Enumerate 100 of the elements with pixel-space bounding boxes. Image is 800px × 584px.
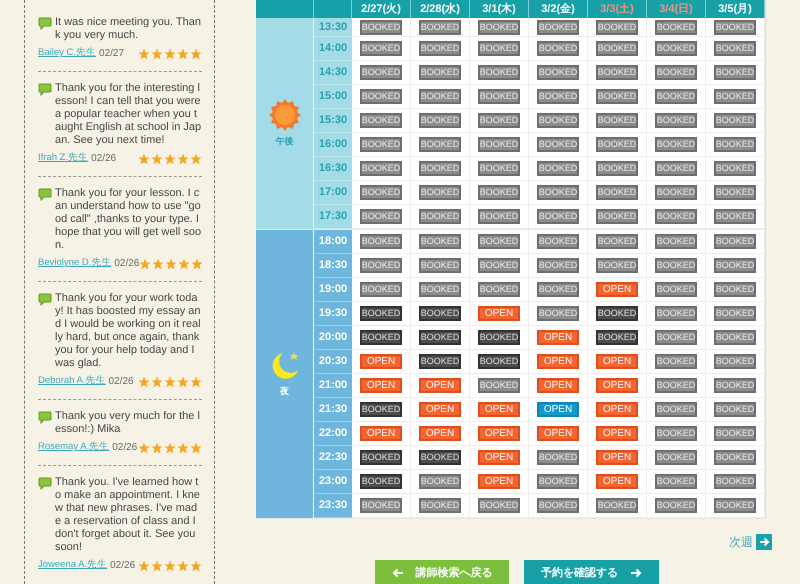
slot-button[interactable]: BOOKED bbox=[478, 137, 520, 152]
confirm-button[interactable]: 予約を確認する bbox=[524, 560, 659, 584]
slot-button[interactable]: OPEN bbox=[537, 354, 579, 369]
slot-button[interactable]: BOOKED bbox=[478, 330, 520, 345]
slot-button[interactable]: BOOKED bbox=[655, 41, 697, 56]
slot-button[interactable]: BOOKED bbox=[714, 306, 756, 321]
slot-button[interactable]: OPEN bbox=[360, 378, 402, 393]
slot-button[interactable]: BOOKED bbox=[360, 234, 402, 249]
slot-button[interactable]: BOOKED bbox=[360, 20, 402, 34]
slot-button[interactable]: BOOKED bbox=[537, 89, 579, 104]
slot-button[interactable]: BOOKED bbox=[360, 185, 402, 200]
slot-button[interactable]: BOOKED bbox=[537, 185, 579, 200]
slot-button[interactable]: OPEN bbox=[596, 474, 638, 489]
arrow-right-icon[interactable] bbox=[756, 534, 772, 550]
slot-button[interactable]: BOOKED bbox=[478, 354, 520, 369]
slot-button[interactable]: OPEN bbox=[478, 306, 520, 321]
slot-button[interactable]: OPEN bbox=[537, 378, 579, 393]
slot-button[interactable]: BOOKED bbox=[596, 330, 638, 345]
slot-button[interactable]: OPEN bbox=[537, 330, 579, 345]
slot-button[interactable]: BOOKED bbox=[360, 306, 402, 321]
slot-button[interactable]: BOOKED bbox=[714, 41, 756, 56]
slot-button[interactable]: OPEN bbox=[596, 426, 638, 441]
slot-button[interactable]: BOOKED bbox=[714, 161, 756, 176]
slot-button[interactable]: OPEN bbox=[419, 378, 461, 393]
slot-button[interactable]: BOOKED bbox=[478, 209, 520, 224]
slot-button[interactable]: BOOKED bbox=[537, 282, 579, 297]
slot-button[interactable]: OPEN bbox=[537, 426, 579, 441]
slot-button[interactable]: BOOKED bbox=[360, 89, 402, 104]
slot-button[interactable]: BOOKED bbox=[478, 234, 520, 249]
slot-button[interactable]: BOOKED bbox=[596, 20, 638, 34]
slot-button[interactable]: BOOKED bbox=[537, 41, 579, 56]
slot-button[interactable]: BOOKED bbox=[714, 89, 756, 104]
slot-button[interactable]: BOOKED bbox=[419, 65, 461, 80]
slot-button[interactable]: BOOKED bbox=[419, 113, 461, 128]
slot-button[interactable]: BOOKED bbox=[360, 474, 402, 489]
slot-button[interactable]: BOOKED bbox=[478, 282, 520, 297]
slot-button[interactable]: BOOKED bbox=[655, 209, 697, 224]
slot-button[interactable]: BOOKED bbox=[596, 137, 638, 152]
slot-button[interactable]: BOOKED bbox=[596, 113, 638, 128]
slot-button[interactable]: BOOKED bbox=[596, 41, 638, 56]
slot-button[interactable]: BOOKED bbox=[714, 209, 756, 224]
slot-button[interactable]: BOOKED bbox=[714, 378, 756, 393]
slot-button[interactable]: BOOKED bbox=[596, 185, 638, 200]
slot-button[interactable]: BOOKED bbox=[419, 306, 461, 321]
slot-button[interactable]: BOOKED bbox=[360, 498, 402, 513]
slot-button[interactable]: BOOKED bbox=[478, 113, 520, 128]
slot-button[interactable]: BOOKED bbox=[360, 282, 402, 297]
slot-button[interactable]: BOOKED bbox=[655, 234, 697, 249]
slot-button[interactable]: BOOKED bbox=[419, 137, 461, 152]
slot-button[interactable]: BOOKED bbox=[655, 306, 697, 321]
slot-button[interactable]: BOOKED bbox=[714, 234, 756, 249]
slot-button[interactable]: BOOKED bbox=[478, 20, 520, 34]
slot-button[interactable]: BOOKED bbox=[596, 209, 638, 224]
slot-button[interactable]: BOOKED bbox=[537, 474, 579, 489]
slot-button[interactable]: BOOKED bbox=[655, 450, 697, 465]
slot-button[interactable]: BOOKED bbox=[537, 234, 579, 249]
slot-button[interactable]: BOOKED bbox=[655, 330, 697, 345]
slot-button[interactable]: BOOKED bbox=[360, 402, 402, 417]
slot-button[interactable]: BOOKED bbox=[537, 161, 579, 176]
slot-button[interactable]: BOOKED bbox=[360, 137, 402, 152]
slot-button[interactable]: BOOKED bbox=[714, 137, 756, 152]
slot-button[interactable]: BOOKED bbox=[537, 20, 579, 34]
teacher-link[interactable]: Ifrah Z.先生 bbox=[38, 151, 88, 166]
slot-button[interactable]: BOOKED bbox=[537, 209, 579, 224]
slot-button[interactable]: BOOKED bbox=[714, 474, 756, 489]
slot-button[interactable]: BOOKED bbox=[596, 498, 638, 513]
slot-button[interactable]: BOOKED bbox=[478, 65, 520, 80]
slot-button[interactable]: BOOKED bbox=[478, 498, 520, 513]
slot-button[interactable]: BOOKED bbox=[655, 20, 697, 34]
slot-button[interactable]: BOOKED bbox=[360, 450, 402, 465]
slot-button[interactable]: BOOKED bbox=[419, 89, 461, 104]
slot-button[interactable]: BOOKED bbox=[655, 89, 697, 104]
slot-button[interactable]: BOOKED bbox=[655, 185, 697, 200]
slot-button[interactable]: BOOKED bbox=[478, 41, 520, 56]
slot-button[interactable]: BOOKED bbox=[419, 258, 461, 273]
slot-button[interactable]: BOOKED bbox=[655, 402, 697, 417]
slot-button[interactable]: BOOKED bbox=[360, 65, 402, 80]
slot-button[interactable]: BOOKED bbox=[478, 258, 520, 273]
slot-button[interactable]: BOOKED bbox=[655, 65, 697, 80]
slot-button[interactable]: BOOKED bbox=[419, 185, 461, 200]
slot-button[interactable]: OPEN bbox=[478, 402, 520, 417]
slot-button[interactable]: BOOKED bbox=[714, 282, 756, 297]
slot-button[interactable]: OPEN bbox=[596, 354, 638, 369]
slot-button[interactable]: OPEN bbox=[419, 426, 461, 441]
slot-button[interactable]: BOOKED bbox=[714, 402, 756, 417]
slot-button[interactable]: BOOKED bbox=[419, 209, 461, 224]
slot-button[interactable]: OPEN bbox=[596, 402, 638, 417]
slot-button[interactable]: BOOKED bbox=[360, 209, 402, 224]
slot-button[interactable]: BOOKED bbox=[714, 65, 756, 80]
slot-button[interactable]: BOOKED bbox=[419, 41, 461, 56]
slot-button[interactable]: BOOKED bbox=[655, 161, 697, 176]
slot-button[interactable]: BOOKED bbox=[714, 258, 756, 273]
slot-button[interactable]: BOOKED bbox=[655, 378, 697, 393]
slot-button[interactable]: BOOKED bbox=[655, 498, 697, 513]
slot-button[interactable]: BOOKED bbox=[419, 234, 461, 249]
slot-button[interactable]: BOOKED bbox=[537, 65, 579, 80]
slot-button[interactable]: BOOKED bbox=[655, 282, 697, 297]
slot-button[interactable]: BOOKED bbox=[596, 89, 638, 104]
slot-button[interactable]: OPEN bbox=[596, 282, 638, 297]
slot-button[interactable]: BOOKED bbox=[714, 20, 756, 34]
